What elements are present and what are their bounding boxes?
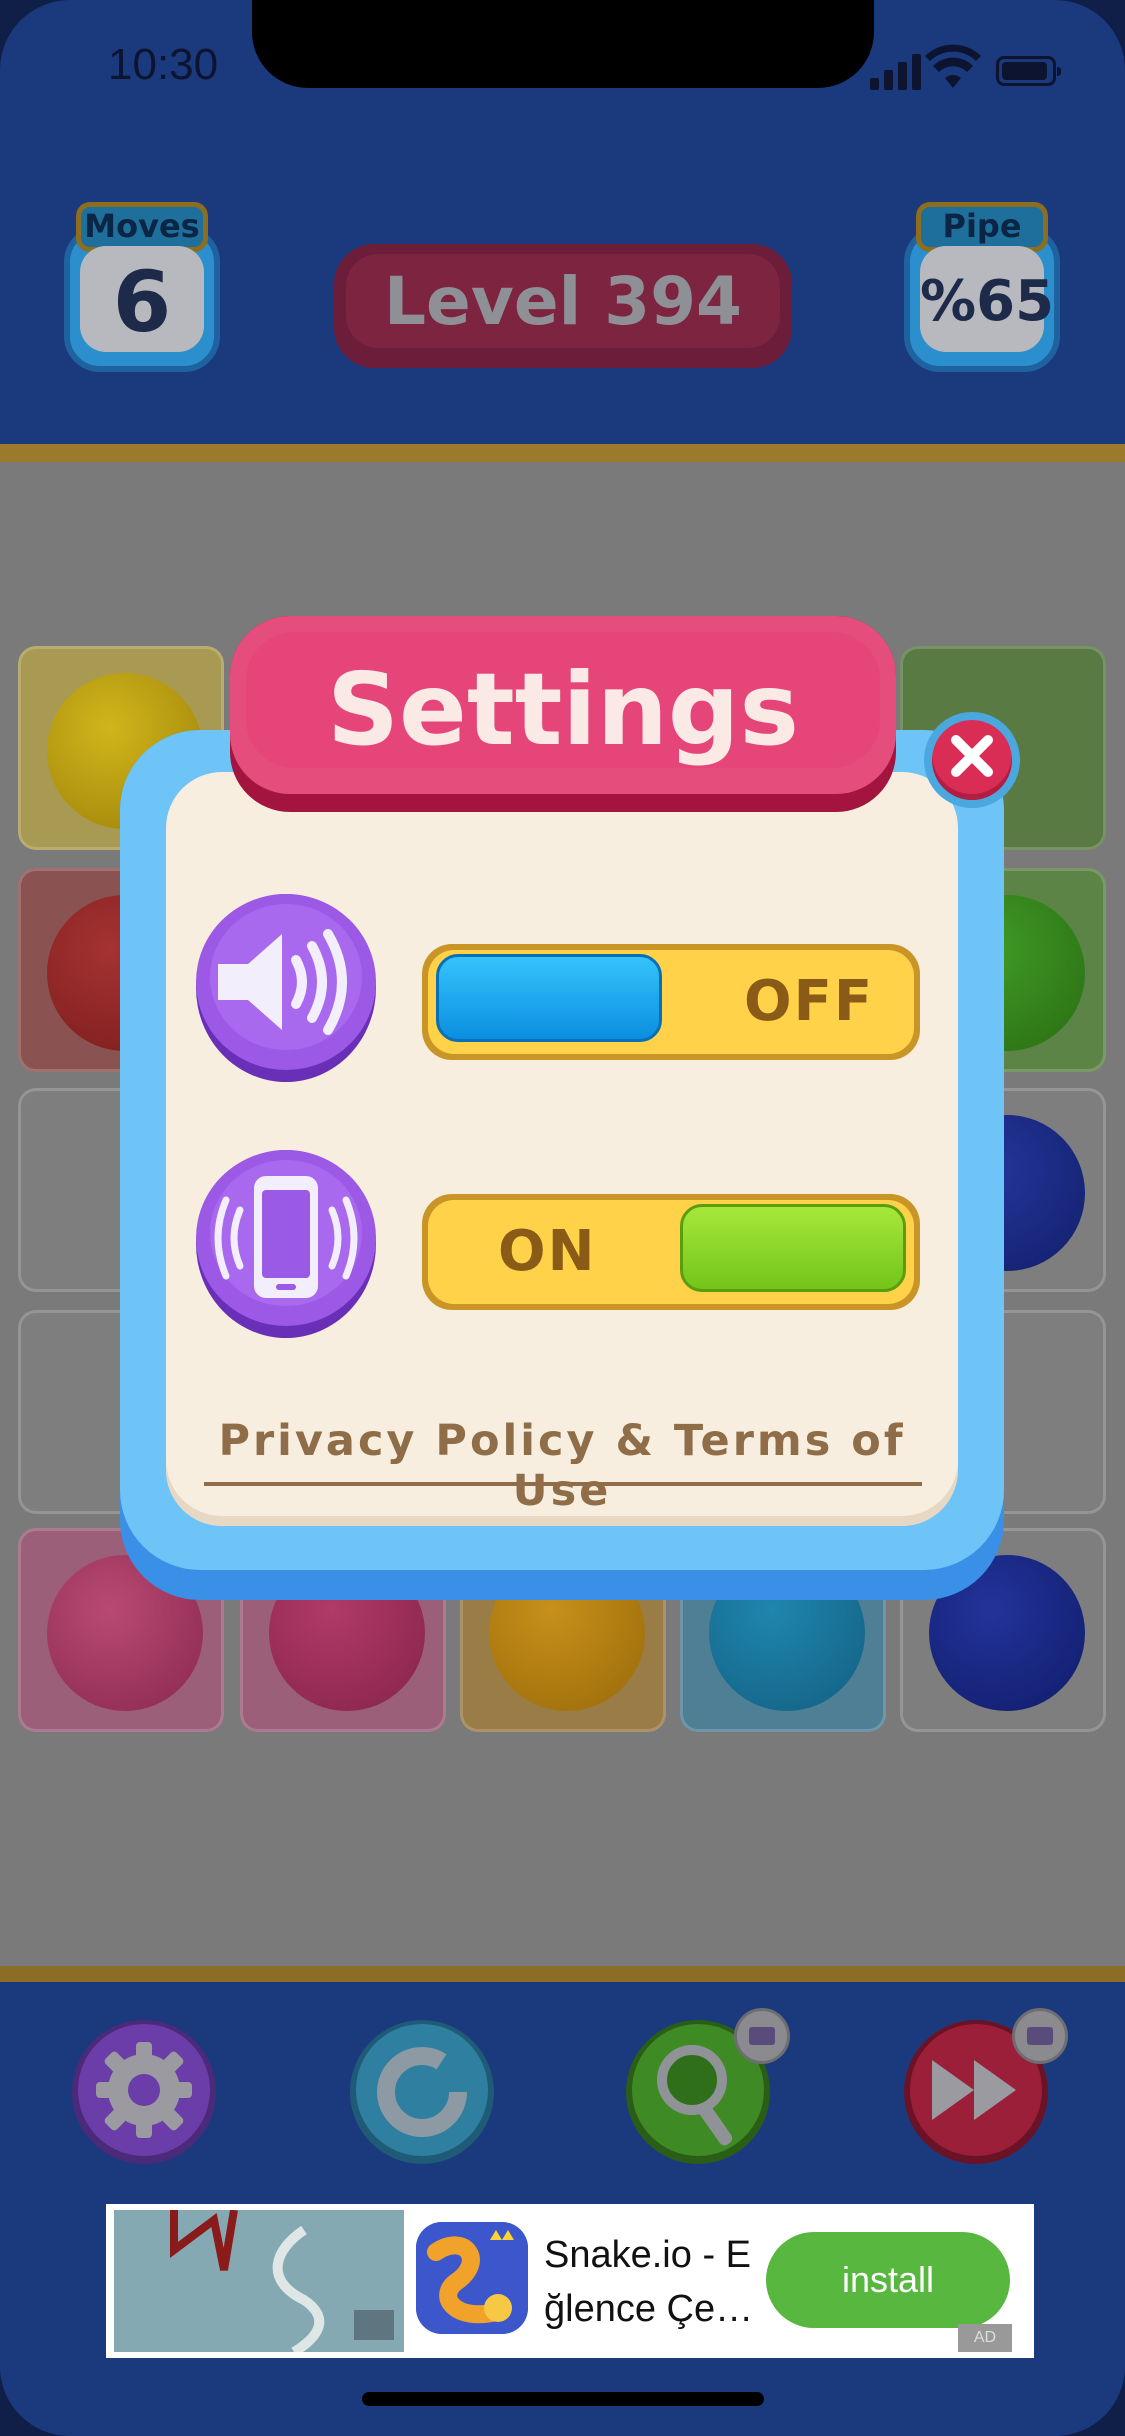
sound-icon-badge — [196, 894, 376, 1082]
vibration-toggle-label: ON — [498, 1219, 597, 1284]
vibration-toggle-knob — [680, 1204, 906, 1292]
ad-app-icon — [416, 2222, 528, 2334]
home-indicator — [362, 2392, 764, 2406]
undo-icon — [356, 2024, 488, 2156]
phone-vibrate-icon — [214, 1176, 358, 1298]
game-screen: 10:30 Moves 6 Level 394 Pipe %65 Snake.i… — [0, 0, 1125, 2436]
video-reward-icon — [734, 2008, 790, 2064]
ad-screenshot — [114, 2210, 404, 2352]
undo-button[interactable] — [350, 2020, 494, 2164]
level-label: Level 394 — [346, 254, 780, 348]
settings-modal — [166, 772, 958, 1526]
settings-button[interactable] — [72, 2020, 216, 2164]
board-bottom-border — [0, 1966, 1125, 1982]
ad-banner[interactable]: Snake.io - E ğlence Çe… install AD — [106, 2204, 1034, 2358]
gear-icon — [78, 2024, 210, 2156]
board-top-border — [0, 444, 1125, 462]
level-pill: Level 394 — [334, 244, 792, 368]
privacy-link-underline — [204, 1482, 922, 1486]
close-button[interactable] — [924, 712, 1020, 808]
moves-label: Moves — [76, 202, 208, 252]
speaker-icon — [218, 929, 347, 1035]
wifi-icon — [925, 44, 981, 88]
battery-icon — [996, 56, 1061, 86]
ad-title: Snake.io - E ğlence Çe… — [544, 2234, 754, 2330]
vibration-icon-badge — [196, 1150, 376, 1338]
sound-toggle-knob — [436, 954, 662, 1042]
video-reward-icon — [1012, 2008, 1068, 2064]
moves-badge: Moves 6 — [64, 202, 220, 372]
pipe-value: %65 — [920, 246, 1054, 352]
signal-icon — [870, 50, 930, 90]
sound-toggle-label: OFF — [744, 969, 875, 1034]
ad-tag: AD — [958, 2324, 1012, 2352]
moves-value: 6 — [80, 246, 204, 352]
close-icon — [951, 735, 993, 777]
pipe-badge: Pipe %65 — [904, 202, 1060, 372]
sound-toggle[interactable]: OFF — [422, 944, 920, 1060]
settings-title: Settings — [326, 651, 800, 768]
ad-install-button[interactable]: install — [766, 2232, 1010, 2328]
privacy-policy-link[interactable]: Privacy Policy & Terms of Use — [200, 1416, 924, 1516]
vibration-toggle[interactable]: ON — [422, 1194, 920, 1310]
status-bar: 10:30 — [0, 0, 1125, 140]
status-time: 10:30 — [108, 40, 219, 89]
pipe-label: Pipe — [916, 202, 1048, 252]
notch — [252, 0, 874, 88]
